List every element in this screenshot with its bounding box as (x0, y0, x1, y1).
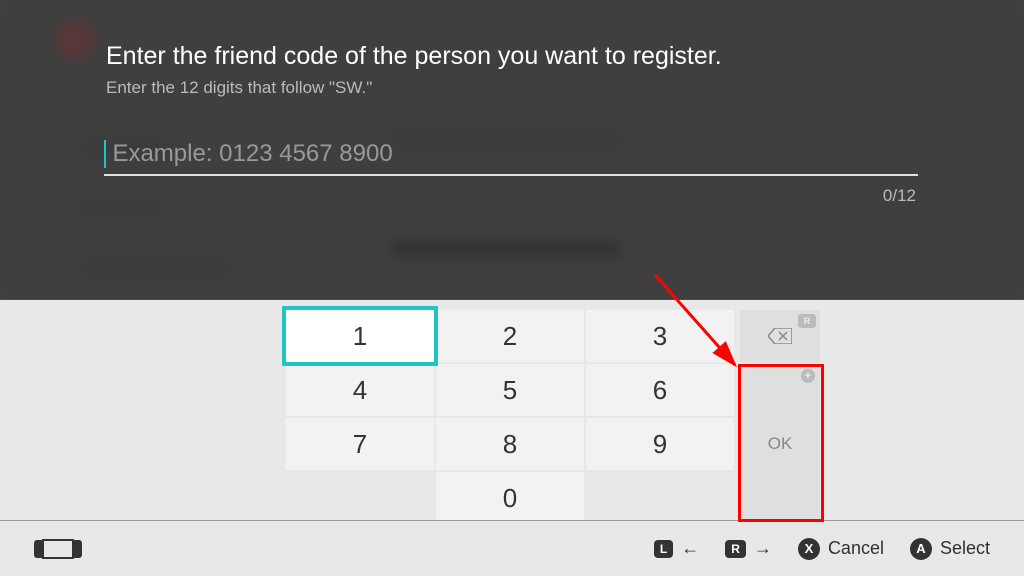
key-1[interactable]: 1 (286, 310, 434, 362)
page-title: Enter the friend code of the person you … (106, 42, 722, 71)
plus-badge: + (801, 369, 815, 383)
a-button-icon: A (910, 538, 932, 560)
right-arrow-icon: → (754, 538, 772, 559)
ok-label: OK (768, 434, 793, 454)
key-5[interactable]: 5 (436, 364, 584, 416)
text-cursor (104, 140, 106, 168)
r-shoulder-badge: R (798, 314, 816, 328)
backspace-icon (768, 328, 792, 344)
page-subtitle: Enter the 12 digits that follow "SW." (106, 78, 372, 98)
input-placeholder: Example: 0123 4567 8900 (112, 140, 392, 167)
char-counter: 0/12 (883, 186, 916, 206)
friend-code-input[interactable]: Example: 0123 4567 8900 (104, 140, 918, 176)
hint-cancel: X Cancel (798, 538, 884, 560)
key-3[interactable]: 3 (586, 310, 734, 362)
ok-key[interactable]: OK + (740, 364, 820, 524)
r-button-icon: R (725, 540, 746, 558)
key-8[interactable]: 8 (436, 418, 584, 470)
key-4[interactable]: 4 (286, 364, 434, 416)
backspace-key[interactable]: R (740, 310, 820, 362)
x-button-icon: X (798, 538, 820, 560)
key-6[interactable]: 6 (586, 364, 734, 416)
hint-select: A Select (910, 538, 990, 560)
key-9[interactable]: 9 (586, 418, 734, 470)
key-0[interactable]: 0 (436, 472, 584, 524)
select-label: Select (940, 538, 990, 559)
l-button-icon: L (654, 540, 673, 558)
cancel-label: Cancel (828, 538, 884, 559)
footer-bar: L ← R → X Cancel A Select (0, 520, 1024, 576)
left-arrow-icon: ← (681, 538, 699, 559)
key-7[interactable]: 7 (286, 418, 434, 470)
console-icon (34, 538, 82, 560)
key-2[interactable]: 2 (436, 310, 584, 362)
hint-l-left: L ← (654, 538, 699, 559)
hint-r-right: R → (725, 538, 772, 559)
